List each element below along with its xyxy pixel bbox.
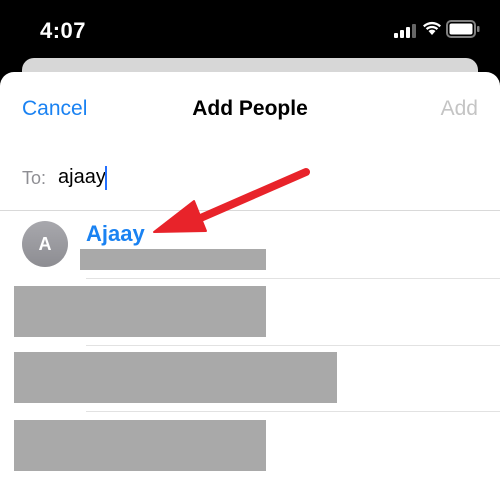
- contact-name: Ajaay: [86, 221, 145, 246]
- redacted-contact[interactable]: [14, 352, 337, 403]
- to-input-value[interactable]: ajaay: [58, 166, 106, 189]
- wifi-icon: [423, 21, 441, 35]
- redacted-contact[interactable]: [14, 286, 266, 337]
- divider: [86, 411, 500, 412]
- redacted-detail: [80, 249, 266, 270]
- divider: [86, 345, 500, 346]
- text-cursor: [105, 166, 107, 190]
- cancel-button[interactable]: Cancel: [22, 97, 87, 121]
- add-people-sheet: Cancel Add People Add To: ajaay A Ajaay: [0, 72, 500, 481]
- to-label: To:: [22, 168, 47, 188]
- status-time: 4:07: [40, 18, 87, 43]
- contact-suggestion[interactable]: A Ajaay: [0, 211, 500, 277]
- redacted-contact[interactable]: [14, 420, 266, 471]
- to-field[interactable]: To: ajaay: [0, 154, 500, 204]
- sheet-nav-bar: Cancel Add People Add: [0, 72, 500, 144]
- status-bar: 4:07: [0, 0, 500, 60]
- battery-icon: [446, 20, 480, 38]
- divider: [86, 278, 500, 279]
- add-button[interactable]: Add: [441, 97, 478, 121]
- cellular-signal-icon: [394, 24, 416, 38]
- avatar: A: [22, 221, 68, 267]
